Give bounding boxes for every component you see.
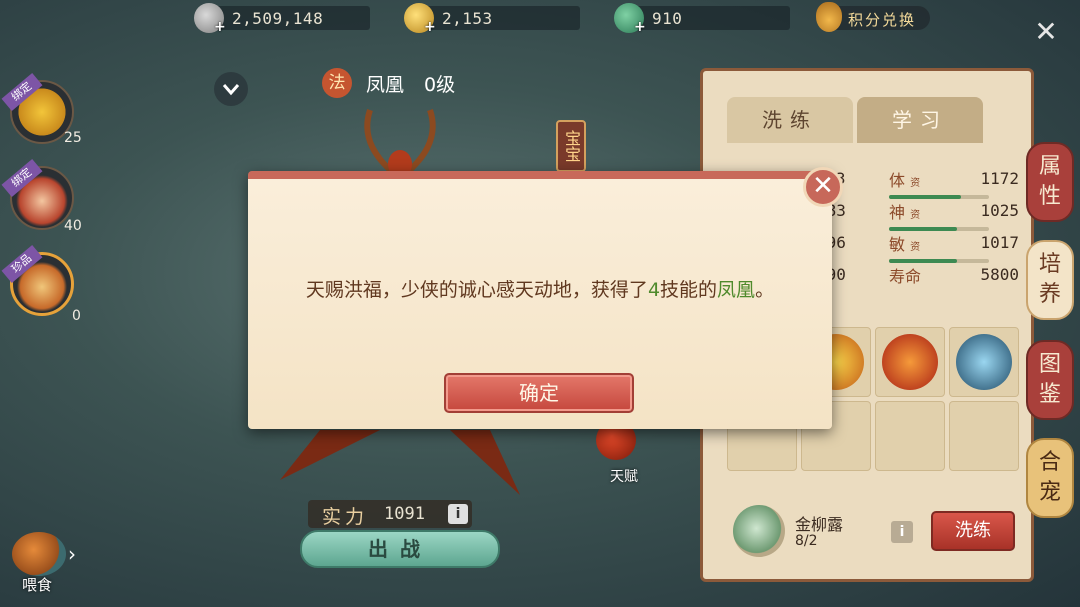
stat-label: 体 — [889, 171, 906, 190]
close-icon: ✕ — [1034, 15, 1058, 48]
message-text: 天赐洪福，少侠的诚心感天动地，获得了 — [305, 279, 648, 301]
wash-item: 金柳露 8/2 i 洗练 — [729, 501, 1019, 561]
skill-slot[interactable] — [949, 401, 1019, 471]
confirm-button[interactable]: 确定 — [444, 373, 634, 413]
reward-message: 天赐洪福，少侠的诚心感天动地，获得了4技能的凤凰。 — [248, 275, 832, 302]
battle-label: 出战 — [368, 537, 432, 561]
points-exchange-label: 积分兑换 — [848, 11, 917, 29]
treasure-tag: 宝宝 — [556, 120, 586, 172]
stat-row-spirit: 神 资 1025 — [889, 199, 1019, 231]
tab-merge-label: 合宠 — [1039, 450, 1062, 505]
stat-label: 神 — [889, 203, 906, 222]
item-count: 8/2 — [795, 533, 818, 549]
pet-slot-selected[interactable]: 珍品 0 — [1, 245, 81, 324]
jade-currency[interactable]: + 910 — [614, 3, 790, 35]
tab-codex-label: 图鉴 — [1039, 352, 1062, 407]
thunder-skill-icon — [882, 334, 938, 390]
message-skill-count: 4 — [647, 279, 661, 301]
info-icon[interactable]: i — [448, 504, 468, 524]
reward-dialog: 天赐洪福，少侠的诚心感天动地，获得了4技能的凤凰。 确定 ✕ — [248, 167, 843, 429]
message-text: 。 — [755, 279, 775, 301]
dialog-close-button[interactable]: ✕ — [803, 167, 843, 207]
tab-wash[interactable]: 洗练 — [727, 97, 853, 143]
stat-label: 寿命 — [889, 267, 922, 286]
tab-attributes-label: 属性 — [1039, 154, 1062, 209]
aptitude-tag: 资 — [910, 242, 921, 253]
stat-value: 1025 — [980, 201, 1019, 220]
power-label: 实力 — [322, 506, 369, 528]
tab-merge[interactable]: 合宠 — [1026, 438, 1074, 518]
tab-cultivate-label: 培养 — [1039, 252, 1062, 307]
food-bowl-icon — [12, 532, 66, 576]
water-skill-icon — [956, 334, 1012, 390]
power-value: 1091 — [384, 504, 425, 524]
jade-amount: 910 — [652, 9, 683, 28]
close-button[interactable]: ✕ — [1028, 14, 1064, 50]
plus-icon: + — [634, 19, 646, 35]
stat-value: 1172 — [980, 169, 1019, 188]
stat-value: 5800 — [980, 265, 1019, 284]
elixir-bottle-icon[interactable] — [733, 505, 785, 557]
feed-button[interactable]: 喂食 › — [12, 532, 82, 598]
power-display: 实力 1091 i — [308, 500, 472, 528]
feed-label: 喂食 — [22, 576, 53, 594]
pet-slot[interactable]: 绑定 40 — [1, 159, 82, 234]
item-name: 金柳露 — [795, 515, 844, 534]
tab-attributes[interactable]: 属性 — [1026, 142, 1074, 222]
silver-amount: 2,509,148 — [232, 9, 324, 28]
points-exchange-button[interactable]: 积分兑换 — [816, 2, 930, 32]
stat-row-body: 体 资 1172 — [889, 167, 1019, 199]
tab-learn[interactable]: 学习 — [857, 97, 983, 143]
pet-count: 40 — [64, 218, 82, 234]
pet-slot[interactable]: 绑定 25 — [1, 73, 82, 146]
skill-slot[interactable] — [875, 401, 945, 471]
pet-level: 0级 — [424, 74, 456, 96]
message-pet-name: 凤凰 — [717, 279, 756, 301]
talent-label: 天赋 — [610, 469, 638, 485]
tab-codex[interactable]: 图鉴 — [1026, 340, 1074, 420]
skill-slot[interactable] — [875, 327, 945, 397]
gold-currency[interactable]: + 2,153 — [404, 3, 580, 35]
plus-icon: + — [214, 19, 226, 35]
skill-slot[interactable] — [949, 327, 1019, 397]
stat-value: 1017 — [980, 233, 1019, 252]
chevron-right-icon: › — [68, 542, 76, 566]
gold-amount: 2,153 — [442, 9, 493, 28]
talent-button[interactable]: 天赋 — [594, 420, 662, 490]
battle-button[interactable]: 出战 — [300, 530, 500, 568]
message-text: 技能的 — [660, 279, 718, 301]
pet-count: 0 — [72, 308, 81, 324]
collapse-button[interactable] — [214, 72, 248, 106]
aptitude-tag: 资 — [910, 178, 921, 189]
pet-count: 25 — [64, 130, 82, 146]
chevron-down-icon — [222, 84, 240, 96]
info-icon[interactable]: i — [891, 521, 913, 543]
stat-row-lifespan: 寿命 5800 — [889, 263, 1019, 287]
stat-label: 敏 — [889, 235, 906, 254]
pet-name: 凤凰 — [366, 74, 405, 96]
stat-row-agility: 敏 资 1017 — [889, 231, 1019, 263]
silver-currency[interactable]: + 2,509,148 — [194, 3, 370, 35]
wash-button[interactable]: 洗练 — [931, 511, 1015, 551]
aptitude-tag: 资 — [910, 210, 921, 221]
money-bag-icon — [816, 2, 842, 32]
pet-type-badge: 法 — [322, 68, 352, 98]
tab-cultivate[interactable]: 培养 — [1026, 240, 1074, 320]
plus-icon: + — [424, 19, 436, 35]
close-icon: ✕ — [812, 171, 834, 201]
